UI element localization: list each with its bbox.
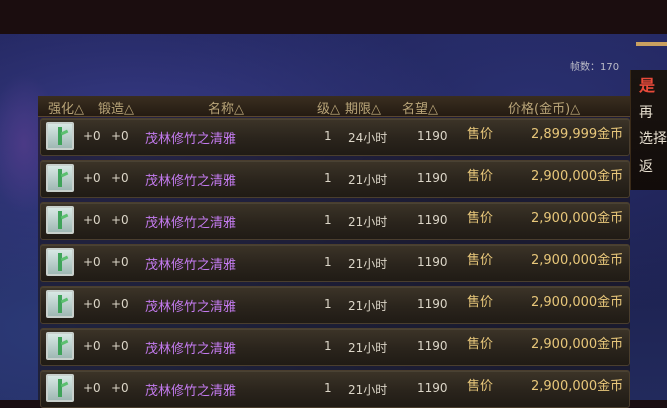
row-level: 1 [324,255,332,269]
row-price: 2,900,000金币 [531,211,624,226]
table-row[interactable]: +0 +0 茂林修竹之清雅 1 24小时 1190 售价 2,899,999金币 [40,118,630,156]
row-sell-label: 售价 [467,127,494,142]
side-notice-bar [636,42,667,46]
row-fame: 1190 [417,171,448,185]
row-sell-label: 售价 [467,295,494,310]
row-enhance: +0 [83,213,101,227]
row-sell-label: 售价 [467,211,494,226]
row-enhance: +0 [83,171,101,185]
table-row[interactable]: +0 +0 茂林修竹之清雅 1 21小时 1190 售价 2,900,000金币 [40,244,630,282]
row-enhance: +0 [83,297,101,311]
row-price: 2,899,999金币 [531,127,624,142]
row-enhance: +0 [83,129,101,143]
row-level: 1 [324,381,332,395]
row-fame: 1190 [417,213,448,227]
row-duration: 21小时 [348,173,388,187]
row-level: 1 [324,297,332,311]
header-level[interactable]: 级△ [317,98,340,117]
row-sell-label: 售价 [467,379,494,394]
header-name[interactable]: 名称△ [208,98,244,117]
row-item-name[interactable]: 茂林修竹之清雅 [145,128,236,147]
bamboo-item-icon[interactable] [46,374,74,402]
row-item-name[interactable]: 茂林修竹之清雅 [145,380,236,399]
row-level: 1 [324,213,332,227]
row-forge: +0 [111,213,129,227]
row-item-name[interactable]: 茂林修竹之清雅 [145,338,236,357]
row-price: 2,900,000金币 [531,253,624,268]
fps-counter: 帧数：170 [570,62,620,73]
table-row[interactable]: +0 +0 茂林修竹之清雅 1 21小时 1190 售价 2,900,000金币 [40,160,630,198]
row-enhance: +0 [83,255,101,269]
table-row[interactable]: +0 +0 茂林修竹之清雅 1 21小时 1190 售价 2,900,000金币 [40,286,630,324]
header-fame[interactable]: 名望△ [402,98,438,117]
row-level: 1 [324,129,332,143]
bamboo-item-icon[interactable] [46,248,74,276]
row-fame: 1190 [417,297,448,311]
side-menu-select[interactable]: 选择 [639,128,667,148]
table-row[interactable]: +0 +0 茂林修竹之清雅 1 21小时 1190 售价 2,900,000金币 [40,202,630,240]
side-menu-return[interactable]: 返 [639,156,653,176]
table-header: 强化△ 锻造△ 名称△ 级△ 期限△ 名望△ 价格(金币)△ [38,96,630,117]
row-item-name[interactable]: 茂林修竹之清雅 [145,296,236,315]
row-enhance: +0 [83,381,101,395]
row-forge: +0 [111,171,129,185]
row-duration: 21小时 [348,215,388,229]
bamboo-item-icon[interactable] [46,122,74,150]
bamboo-item-icon[interactable] [46,290,74,318]
header-enhance[interactable]: 强化△ [48,98,84,117]
row-duration: 24小时 [348,131,388,145]
top-bar [0,0,667,34]
row-item-name[interactable]: 茂林修竹之清雅 [145,254,236,273]
row-duration: 21小时 [348,341,388,355]
row-price: 2,900,000金币 [531,295,624,310]
header-duration[interactable]: 期限△ [345,98,381,117]
row-price: 2,900,000金币 [531,337,624,352]
row-price: 2,900,000金币 [531,379,624,394]
row-level: 1 [324,171,332,185]
row-forge: +0 [111,255,129,269]
row-enhance: +0 [83,339,101,353]
bamboo-item-icon[interactable] [46,206,74,234]
row-fame: 1190 [417,381,448,395]
row-forge: +0 [111,339,129,353]
row-item-name[interactable]: 茂林修竹之清雅 [145,170,236,189]
row-sell-label: 售价 [467,253,494,268]
table-row[interactable]: +0 +0 茂林修竹之清雅 1 21小时 1190 售价 2,900,000金币 [40,328,630,366]
table-row[interactable]: +0 +0 茂林修竹之清雅 1 21小时 1190 售价 2,900,000金币 [40,370,630,408]
header-forge[interactable]: 锻造△ [98,98,134,117]
auction-list-panel: 强化△ 锻造△ 名称△ 级△ 期限△ 名望△ 价格(金币)△ +0 +0 茂林修… [38,96,630,408]
side-menu-confirm[interactable]: 是 [639,72,655,96]
row-fame: 1190 [417,339,448,353]
row-item-name[interactable]: 茂林修竹之清雅 [145,212,236,231]
row-price: 2,900,000金币 [531,169,624,184]
side-menu-again[interactable]: 再 [639,102,653,122]
side-menu: 是 再 选择 返 [630,70,667,190]
row-duration: 21小时 [348,299,388,313]
row-forge: +0 [111,381,129,395]
row-duration: 21小时 [348,257,388,271]
header-price[interactable]: 价格(金币)△ [508,98,580,117]
bamboo-item-icon[interactable] [46,332,74,360]
row-fame: 1190 [417,129,448,143]
row-level: 1 [324,339,332,353]
row-sell-label: 售价 [467,169,494,184]
bamboo-item-icon[interactable] [46,164,74,192]
row-fame: 1190 [417,255,448,269]
row-duration: 21小时 [348,383,388,397]
row-forge: +0 [111,129,129,143]
row-forge: +0 [111,297,129,311]
row-sell-label: 售价 [467,337,494,352]
